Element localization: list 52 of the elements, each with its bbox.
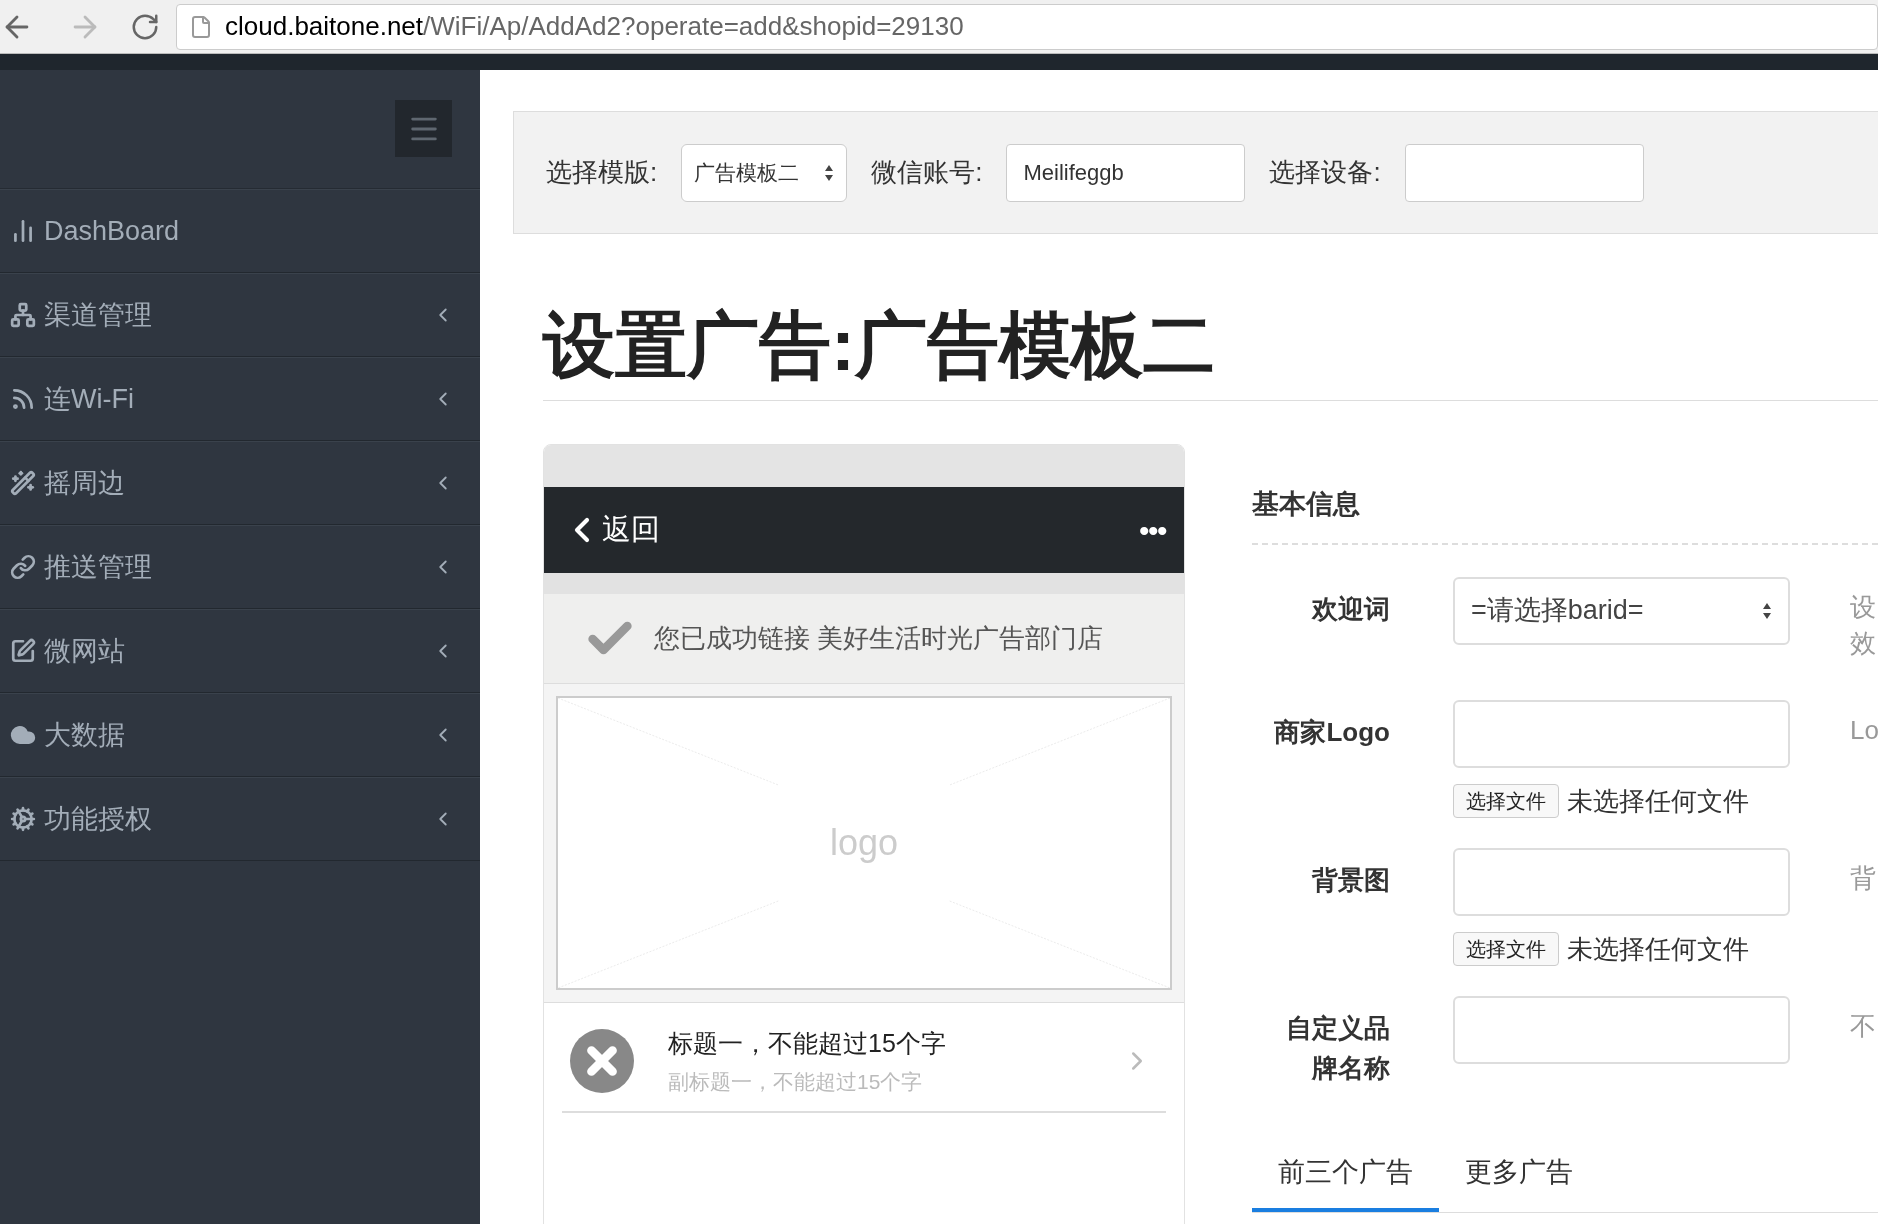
image-url-input[interactable] [1453, 847, 1790, 916]
tab[interactable]: 更多广告 [1439, 1151, 1599, 1212]
magic-wand-icon [10, 470, 36, 496]
sidebar-item[interactable]: 连Wi-Fi [0, 357, 480, 441]
sidebar-item[interactable]: 摇周边 [0, 441, 480, 525]
welcome-select[interactable]: =请选择barid= [1453, 576, 1790, 645]
field-label: 微信账号: [871, 156, 983, 189]
link-icon [10, 554, 36, 580]
help-text: 不 [1850, 1009, 1876, 1043]
text-input[interactable] [1404, 143, 1644, 202]
more-menu[interactable]: ••• [1139, 507, 1166, 553]
select-arrows-icon [824, 163, 835, 182]
sidebar-item[interactable]: 大数据 [0, 693, 480, 777]
sidebar-item[interactable]: 微网站 [0, 609, 480, 693]
field-label: 选择设备: [1269, 156, 1381, 189]
file-status: 未选择任何文件 [1567, 932, 1749, 966]
url-text: cloud.baitone.net/WiFi/Ap/AddAd2?operate=add&shopid=29130 [225, 10, 964, 43]
text-input[interactable] [1453, 995, 1790, 1064]
field-label: 选择模版: [546, 156, 658, 189]
address-bar[interactable]: cloud.baitone.net/WiFi/Ap/AddAd2?operate=add&shopid=29130 [176, 3, 1878, 50]
tab[interactable]: 前三个广告 [1252, 1151, 1439, 1212]
help-text: 设 效 [1850, 590, 1876, 660]
sidebar-item[interactable]: 功能授权 [0, 777, 480, 861]
form-label: 背景图 [1310, 863, 1390, 897]
file-status: 未选择任何文件 [1567, 784, 1749, 818]
sidebar-item[interactable]: DashBoard [0, 189, 480, 273]
ad-list-item[interactable]: 标题一，不能超过15个字 副标题一，不能超过15个字 [562, 1011, 1166, 1113]
text-input[interactable]: Meilifeggb [1006, 143, 1246, 202]
back-link[interactable]: 返回 [602, 508, 660, 552]
template-select[interactable]: 广告模板二 [681, 143, 848, 202]
choose-file-button[interactable]: 选择文件 [1453, 784, 1559, 818]
success-message: 您已成功链接 美好生活时光广告部门店 [654, 622, 1104, 655]
help-text: Lo [1850, 713, 1878, 747]
edit-icon [10, 638, 36, 664]
rss-icon [10, 386, 36, 412]
sitemap-icon [10, 302, 36, 328]
menu-toggle-button[interactable] [395, 100, 452, 157]
select-arrows-icon [1762, 601, 1772, 620]
ad-title: 标题一，不能超过15个字 [668, 1027, 947, 1059]
sidebar-item[interactable]: 渠道管理 [0, 273, 480, 357]
form-label: 商家Logo [1274, 715, 1390, 749]
sidebar-item[interactable]: 推送管理 [0, 525, 480, 609]
gear-icon [10, 806, 36, 832]
choose-file-button[interactable]: 选择文件 [1453, 932, 1559, 966]
image-url-input[interactable] [1453, 699, 1790, 768]
form-label: 自定义品牌名称 [1285, 1011, 1390, 1085]
page-title: 设置广告:广告模板二 [543, 304, 1216, 387]
section-heading: 基本信息 [1252, 488, 1361, 521]
form-label: 欢迎词 [1310, 592, 1390, 626]
page-icon [189, 14, 213, 39]
help-text: 背 [1850, 861, 1876, 895]
ad-subtitle: 副标题一，不能超过15个字 [668, 1069, 924, 1095]
